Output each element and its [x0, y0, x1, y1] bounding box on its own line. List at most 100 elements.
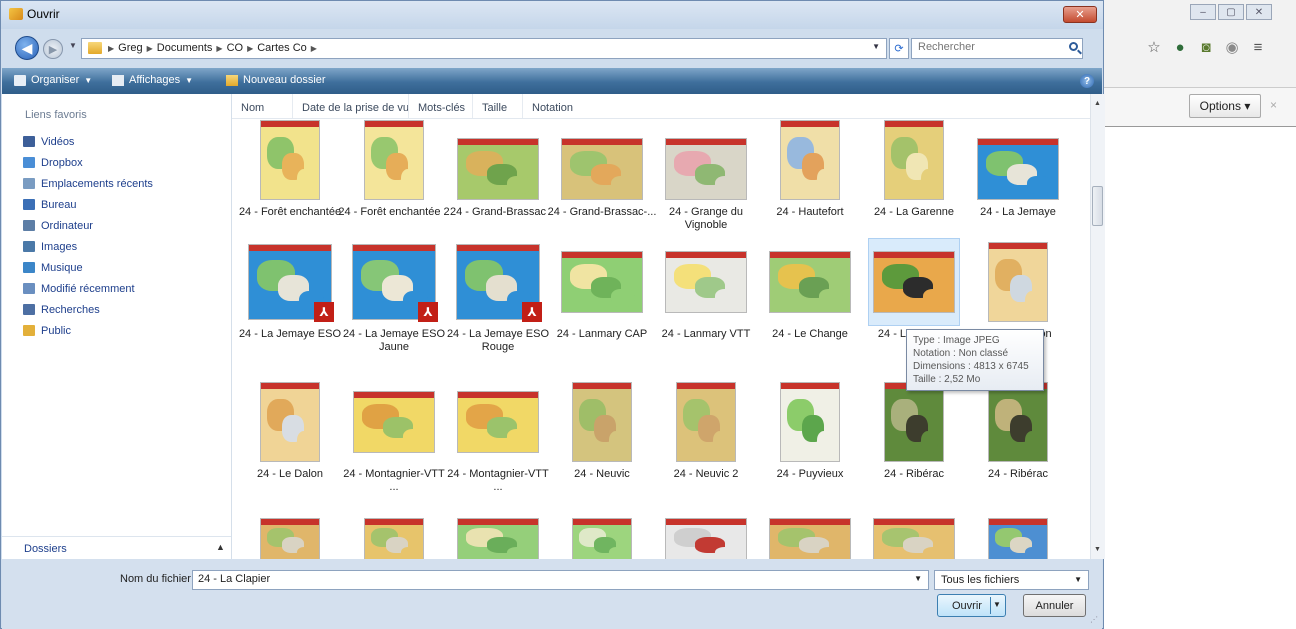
- cancel-button[interactable]: Annuler: [1023, 594, 1086, 617]
- eye-icon[interactable]: ◉: [1224, 38, 1240, 56]
- favorite-item[interactable]: Bureau: [23, 194, 153, 215]
- file-item[interactable]: [966, 516, 1070, 559]
- file-item[interactable]: [342, 516, 446, 559]
- search-box[interactable]: [911, 38, 1083, 59]
- new-folder-button[interactable]: Nouveau dossier: [226, 74, 326, 86]
- file-item[interactable]: 24 - Neuvic: [550, 378, 654, 508]
- column-header-keywords[interactable]: Mots-clés: [409, 94, 473, 118]
- favorite-item-label: Emplacements récents: [41, 177, 153, 190]
- map-thumbnail: [884, 120, 944, 200]
- filename-input[interactable]: [198, 573, 898, 585]
- column-header-size[interactable]: Taille: [473, 94, 523, 118]
- command-bar: Organiser ▼ Affichages ▼ Nouveau dossier…: [2, 68, 1102, 94]
- forward-button[interactable]: ▶: [43, 39, 63, 59]
- file-item[interactable]: ⅄ 24 - La Jemaye ESO Jaune: [342, 238, 446, 368]
- extension-icon[interactable]: ◙: [1198, 39, 1214, 56]
- file-item[interactable]: 24 - Neuvic 2: [654, 378, 758, 508]
- file-item[interactable]: 24 - Montagnier-VTT ...: [446, 378, 550, 508]
- file-item[interactable]: 24 - Grand-Brassac-...: [548, 116, 656, 246]
- file-name: 24 - Forêt enchantée: [238, 206, 342, 218]
- file-item[interactable]: 24 - Ribérac: [966, 378, 1070, 508]
- open-button[interactable]: Ouvrir ▼: [937, 594, 1006, 617]
- scroll-thumb[interactable]: [1092, 186, 1103, 226]
- favorite-item[interactable]: Vidéos: [23, 131, 153, 152]
- chevron-right-icon[interactable]: ▶: [216, 44, 222, 54]
- file-item[interactable]: 24 - Grange du Vignoble: [654, 116, 758, 246]
- back-button[interactable]: ◀: [15, 36, 39, 60]
- breadcrumb-item[interactable]: CO: [227, 42, 244, 54]
- scroll-down-icon[interactable]: ▼: [1094, 546, 1101, 553]
- column-header-name[interactable]: Nom: [232, 94, 293, 118]
- views-button[interactable]: Affichages ▼: [112, 74, 193, 86]
- file-item[interactable]: [550, 516, 654, 559]
- file-item[interactable]: 24 - Lanmary CAP: [550, 238, 654, 368]
- file-item[interactable]: [446, 516, 550, 559]
- chevron-right-icon[interactable]: ▶: [311, 44, 317, 54]
- chevron-right-icon[interactable]: ▶: [108, 44, 114, 54]
- file-name: 24 - Montagnier-VTT ...: [447, 468, 549, 493]
- breadcrumb-item[interactable]: Cartes Co: [257, 42, 307, 54]
- options-close-icon[interactable]: ×: [1270, 98, 1277, 112]
- favorite-item[interactable]: Recherches: [23, 299, 153, 320]
- column-header-date[interactable]: Date de la prise de vue: [293, 94, 409, 118]
- favorite-item[interactable]: Emplacements récents: [23, 173, 153, 194]
- menu-icon[interactable]: ≡: [1250, 39, 1266, 56]
- close-button[interactable]: ✕: [1063, 6, 1097, 23]
- favorite-item[interactable]: Public: [23, 320, 153, 341]
- search-input[interactable]: [918, 41, 1058, 53]
- file-item[interactable]: ⅄ 24 - La Jemaye ESO Rouge: [446, 238, 550, 368]
- file-item[interactable]: 24 - Le Change: [758, 238, 862, 368]
- filename-combobox[interactable]: ▼: [192, 570, 929, 590]
- file-item[interactable]: 24 - Puyvieux: [758, 378, 862, 508]
- refresh-button[interactable]: ⟳: [889, 38, 909, 59]
- file-item[interactable]: 24 - Le Dalon: [238, 378, 342, 508]
- map-terrain-patch: [611, 176, 635, 194]
- file-item[interactable]: 24 - Forêt enchantée: [238, 116, 342, 246]
- favorite-item[interactable]: Modifié récemment: [23, 278, 153, 299]
- close-window-icon[interactable]: ✕: [1246, 4, 1272, 20]
- file-item[interactable]: [758, 516, 862, 559]
- address-bar[interactable]: ▶ Greg ▶ Documents ▶ CO ▶ Cartes Co ▶ ▼: [81, 38, 887, 59]
- breadcrumb-item[interactable]: Greg: [118, 42, 142, 54]
- options-button[interactable]: Options ▾: [1189, 94, 1261, 118]
- favorite-item[interactable]: Ordinateur: [23, 215, 153, 236]
- file-item[interactable]: 24 - La Jemaye: [966, 116, 1070, 246]
- vertical-scrollbar[interactable]: ▲ ▼: [1090, 94, 1105, 559]
- chevron-right-icon[interactable]: ▶: [247, 44, 253, 54]
- favorite-item[interactable]: Images: [23, 236, 153, 257]
- resize-grip-icon[interactable]: ⋰: [1090, 615, 1098, 624]
- folders-toggle[interactable]: Dossiers ▲: [2, 536, 231, 559]
- file-item[interactable]: 24 - Ribérac: [862, 378, 966, 508]
- address-dropdown-icon[interactable]: ▼: [872, 42, 880, 51]
- star-icon[interactable]: ☆: [1146, 38, 1162, 56]
- file-item[interactable]: 24 - Forêt enchantée 2: [338, 116, 450, 246]
- file-item[interactable]: [862, 516, 966, 559]
- minimize-icon[interactable]: –: [1190, 4, 1216, 20]
- file-item[interactable]: [654, 516, 758, 559]
- title-bar: Ouvrir ✕: [1, 1, 1103, 29]
- file-item[interactable]: 24 - La Garenne: [862, 116, 966, 246]
- file-item[interactable]: 24 - Hautefort: [758, 116, 862, 246]
- search-icon[interactable]: [1069, 42, 1078, 51]
- open-options-chevron-icon[interactable]: ▼: [993, 600, 1001, 609]
- file-item[interactable]: [238, 516, 342, 559]
- file-item[interactable]: ⅄ 24 - La Jemaye ESO: [238, 238, 342, 368]
- chevron-right-icon[interactable]: ▶: [147, 44, 153, 54]
- file-item[interactable]: 24 - Grand-Brassac: [446, 116, 550, 246]
- favorite-item[interactable]: Musique: [23, 257, 153, 278]
- chevron-down-icon[interactable]: ▼: [914, 574, 922, 583]
- file-item[interactable]: 24 - Lanmary VTT: [654, 238, 758, 368]
- scroll-up-icon[interactable]: ▲: [1094, 100, 1101, 107]
- column-header-rating[interactable]: Notation: [523, 94, 603, 118]
- organize-button[interactable]: Organiser ▼: [14, 74, 92, 86]
- file-type-select[interactable]: Tous les fichiers ▼: [934, 570, 1089, 590]
- maximize-icon[interactable]: ▢: [1218, 4, 1244, 20]
- globe-icon[interactable]: ●: [1172, 39, 1188, 56]
- map-thumbnail: [260, 518, 320, 559]
- map-thumbnail: [988, 382, 1048, 462]
- help-icon[interactable]: ?: [1080, 74, 1094, 88]
- file-item[interactable]: 24 - Montagnier-VTT ...: [342, 378, 446, 508]
- history-dropdown-icon[interactable]: ▼: [69, 41, 77, 50]
- favorite-item[interactable]: Dropbox: [23, 152, 153, 173]
- breadcrumb-item[interactable]: Documents: [157, 42, 213, 54]
